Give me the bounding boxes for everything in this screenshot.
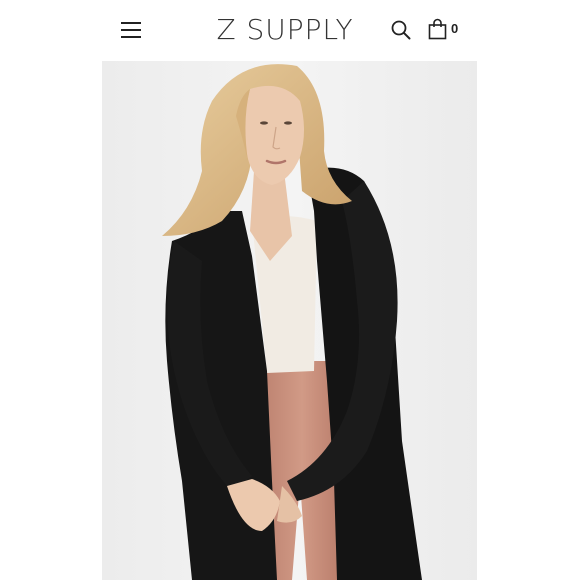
brand-logo[interactable]: Z SUPPLY bbox=[200, 12, 370, 48]
cart-count-badge: 0 bbox=[451, 21, 459, 36]
model-illustration bbox=[102, 61, 477, 580]
site-header: Z SUPPLY 0 bbox=[0, 0, 580, 60]
shopping-bag-icon bbox=[428, 18, 447, 40]
search-icon[interactable] bbox=[390, 19, 412, 41]
hamburger-menu-icon[interactable] bbox=[120, 19, 142, 41]
product-image[interactable] bbox=[102, 61, 477, 580]
cart-button[interactable]: 0 bbox=[428, 18, 462, 42]
product-page: Z SUPPLY 0 bbox=[0, 0, 580, 580]
